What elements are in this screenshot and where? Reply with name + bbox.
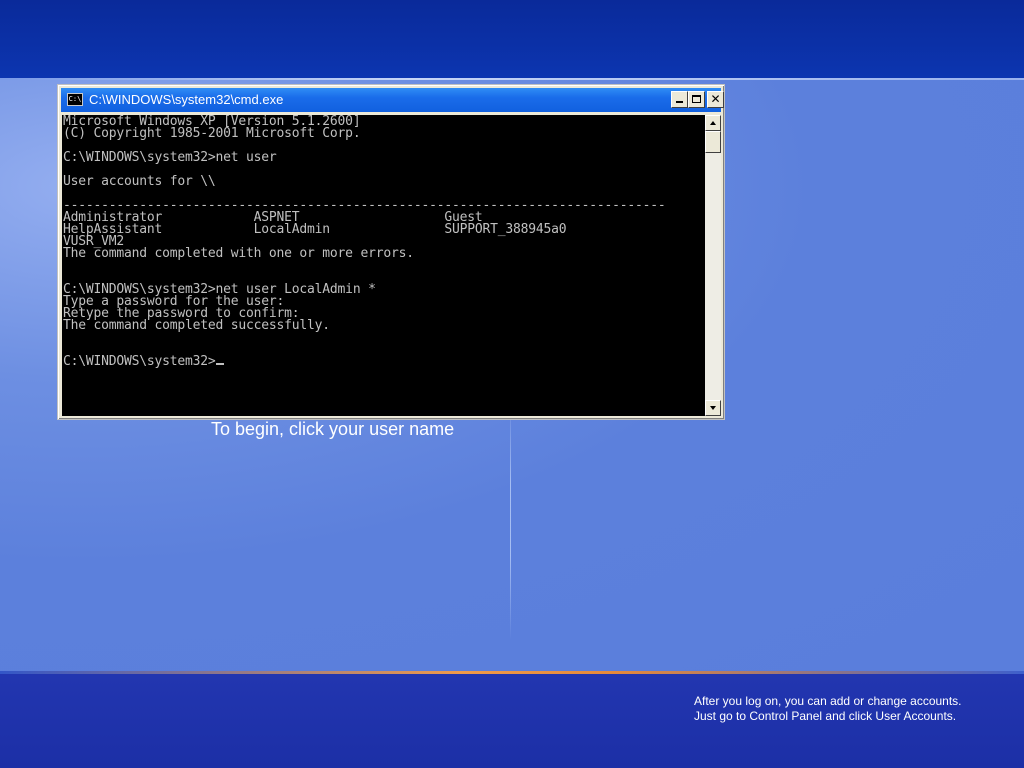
help-text: After you log on, you can add or change … (694, 694, 962, 724)
console-icon[interactable]: C:\ (67, 93, 83, 106)
vertical-scrollbar[interactable] (705, 115, 721, 416)
scroll-down-button[interactable] (705, 400, 721, 416)
console-line: C:\WINDOWS\system32>net user (63, 150, 277, 165)
console-line: The command completed successfully. (63, 318, 330, 333)
top-band (0, 0, 1024, 78)
help-line-2: Just go to Control Panel and click User … (694, 709, 957, 723)
scroll-up-button[interactable] (705, 115, 721, 131)
help-line-1: After you log on, you can add or change … (694, 694, 962, 708)
welcome-screen: To begin, click your user name After you… (0, 0, 1024, 768)
center-divider (510, 400, 511, 640)
console-output[interactable]: Microsoft Windows XP [Version 5.1.2600] … (62, 115, 705, 416)
console-line: User accounts for \\ (63, 174, 216, 189)
minimize-button[interactable] (671, 91, 688, 108)
window-title: C:\WINDOWS\system32\cmd.exe (89, 92, 284, 107)
scroll-thumb[interactable] (705, 131, 721, 153)
close-icon: ✕ (710, 92, 721, 106)
console-line: HelpAssistant LocalAdmin SUPPORT_388945a… (63, 222, 567, 237)
cmd-window[interactable]: C:\ C:\WINDOWS\system32\cmd.exe ✕ Micros… (57, 84, 725, 420)
console-line: The command completed with one or more e… (63, 246, 414, 261)
maximize-icon (692, 95, 701, 103)
minimize-icon (676, 101, 683, 103)
title-bar[interactable]: C:\ C:\WINDOWS\system32\cmd.exe ✕ (61, 88, 724, 112)
begin-instruction: To begin, click your user name (211, 419, 455, 439)
close-button[interactable]: ✕ (707, 91, 724, 108)
console-line: C:\WINDOWS\system32> (63, 354, 216, 369)
maximize-button[interactable] (688, 91, 705, 108)
console-text: Microsoft Windows XP [Version 5.1.2600] … (62, 115, 705, 368)
text-cursor (215, 363, 224, 365)
console-line: (C) Copyright 1985-2001 Microsoft Corp. (63, 126, 361, 141)
